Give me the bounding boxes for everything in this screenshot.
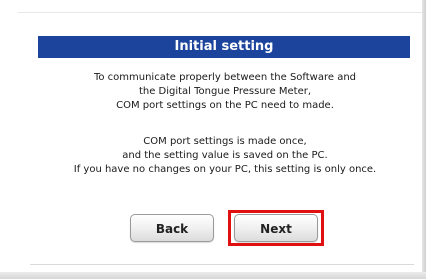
top-divider xyxy=(18,12,422,13)
dialog-title: Initial setting xyxy=(38,36,410,58)
message-line: If you have no changes on your PC, this … xyxy=(73,164,377,175)
next-button-highlight xyxy=(228,210,324,246)
window-shadow-bottom xyxy=(0,272,426,279)
message-line: To communicate properly between the Soft… xyxy=(93,72,357,83)
window-shadow-right xyxy=(422,0,426,279)
message-line: COM port settings on the PC need to made… xyxy=(116,100,334,111)
message-line: the Digital Tongue Pressure Meter, xyxy=(138,86,312,97)
initial-setting-window: Initial setting To communicate properly … xyxy=(0,0,426,279)
back-button[interactable]: Back xyxy=(130,214,214,242)
message-line: COM port settings is made once, xyxy=(143,136,307,147)
bottom-divider xyxy=(30,264,414,265)
message-line: and the setting value is saved on the PC… xyxy=(122,150,328,161)
